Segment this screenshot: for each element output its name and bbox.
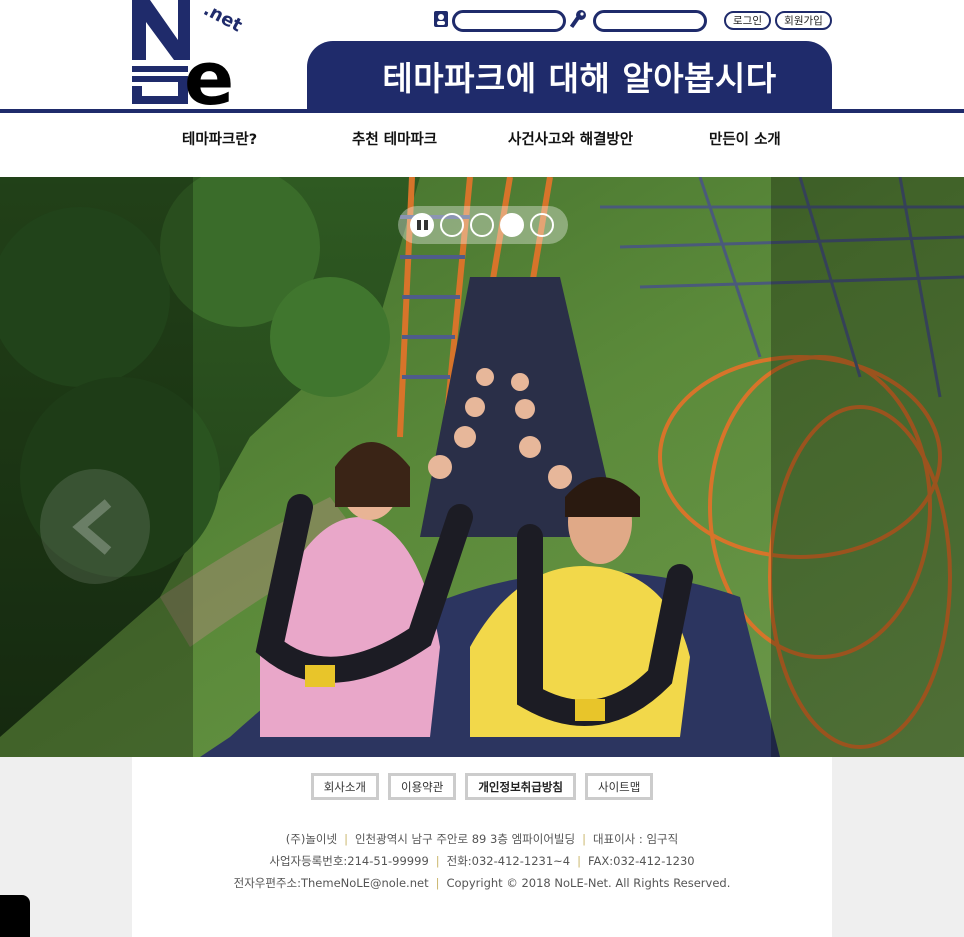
footer-links: 회사소개 이용약관 개인정보취급방침 사이트맵 (132, 773, 832, 800)
copyright: Copyright © 2018 NoLE-Net. All Rights Re… (446, 876, 731, 890)
banner-title: 테마파크에 대해 알아봅시다 (382, 59, 777, 98)
site-logo[interactable]: e .net (132, 0, 246, 122)
chevron-left-icon (72, 499, 112, 555)
slider-controls (398, 206, 568, 244)
login-button[interactable]: 로그인 (724, 11, 771, 30)
image-slider (0, 177, 964, 757)
header-banner: 테마파크에 대해 알아봅시다 (307, 41, 832, 111)
key-icon (570, 10, 586, 29)
footer-link-terms[interactable]: 이용약관 (388, 773, 457, 800)
business-number: 사업자등록번호:214-51-99999 (269, 854, 429, 868)
nav-item-creators[interactable]: 만든이 소개 (709, 128, 781, 149)
nav-item-incidents[interactable]: 사건사고와 해결방안 (508, 128, 633, 149)
main-nav: 테마파크란? 추천 테마파크 사건사고와 해결방안 만든이 소개 (0, 128, 964, 160)
nav-item-about[interactable]: 테마파크란? (182, 128, 257, 149)
footer-info-line-2: 사업자등록번호:214-51-99999 | 전화:032-412-1231~4 | F… (269, 854, 695, 868)
svg-text:e: e (184, 36, 234, 108)
slide-dot-3[interactable] (500, 213, 524, 237)
site-footer: 회사소개 이용약관 개인정보취급방침 사이트맵 (주)놀이넷 | 인천광역시 남구 … (0, 757, 964, 937)
slide-shade-right (771, 177, 964, 757)
header-divider (0, 109, 964, 113)
user-id-input[interactable] (452, 10, 566, 32)
slide-shade-left (0, 177, 193, 757)
footer-content: 회사소개 이용약관 개인정보취급방침 사이트맵 (주)놀이넷 | 인천광역시 남구 … (132, 757, 832, 937)
company-name: (주)놀이넷 (285, 832, 338, 846)
footer-info-line-1: (주)놀이넷 | 인천광역시 남구 주안로 89 3층 엠파이어빌딩 | 대표이사 : … (285, 832, 679, 846)
user-icon (434, 11, 448, 27)
footer-link-sitemap[interactable]: 사이트맵 (584, 773, 654, 800)
slide-dot-2[interactable] (470, 213, 494, 237)
phone-number: 전화:032-412-1231~4 (446, 854, 571, 868)
prev-slide-button[interactable] (40, 469, 150, 584)
slide-dot-4[interactable] (530, 213, 554, 237)
corner-widget[interactable] (0, 895, 30, 937)
contact-email: 전자우편주소:ThemeNoLE@nole.net (233, 876, 429, 890)
password-input[interactable] (593, 10, 707, 32)
footer-link-privacy[interactable]: 개인정보취급방침 (465, 773, 576, 800)
company-ceo: 대표이사 : 임구직 (592, 832, 679, 846)
svg-text:.net: .net (200, 0, 244, 37)
nav-item-recommended[interactable]: 추천 테마파크 (352, 128, 437, 149)
company-address: 인천광역시 남구 주안로 89 3층 엠파이어빌딩 (354, 832, 576, 846)
fax-number: FAX:032-412-1230 (587, 854, 695, 868)
join-button[interactable]: 회원가입 (775, 11, 832, 30)
page: e .net 로그인 회원가입 테마파크에 대해 알아봅시다 테마파크란? 추천… (0, 0, 964, 937)
slide-dot-1[interactable] (440, 213, 464, 237)
login-bar: 로그인 회원가입 (434, 9, 834, 33)
footer-link-company[interactable]: 회사소개 (310, 773, 380, 800)
pause-button[interactable] (410, 213, 434, 237)
footer-info-line-3: 전자우편주소:ThemeNoLE@nole.net | Copyright © 20… (233, 876, 731, 890)
